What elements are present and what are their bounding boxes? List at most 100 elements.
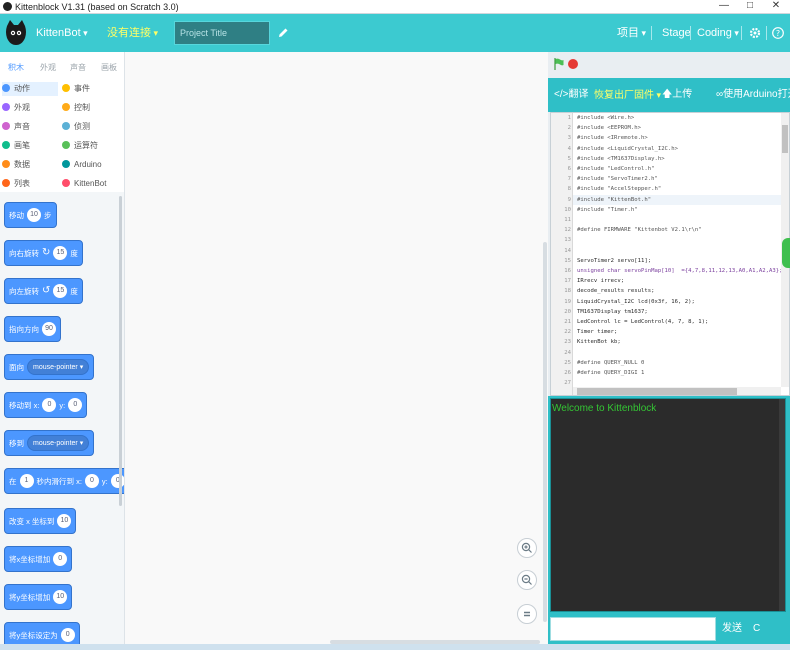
block-move-steps[interactable]: 移动 10 步 xyxy=(4,202,57,228)
tab-paint[interactable]: 画板 xyxy=(101,62,117,73)
steps-input[interactable]: 10 xyxy=(27,208,41,222)
block-change-x[interactable]: 改变 x 坐标到 10 xyxy=(4,508,77,534)
green-flag-icon[interactable] xyxy=(554,58,564,70)
scroll-thumb[interactable] xyxy=(782,125,788,153)
menu-separator xyxy=(741,26,742,40)
block-point-towards[interactable]: 面向 mouse-pointer ▾ xyxy=(4,354,95,380)
serial-input[interactable] xyxy=(550,617,716,641)
category-sound[interactable]: 声音 xyxy=(2,120,30,134)
stage-menu[interactable]: Stage xyxy=(662,14,691,52)
category-pen[interactable]: 画笔 xyxy=(2,139,30,153)
secs-input[interactable]: 1 xyxy=(19,474,34,488)
zoom-out-button[interactable] xyxy=(517,570,537,590)
degrees-input[interactable]: 15 xyxy=(53,284,68,298)
category-operators[interactable]: 运算符 xyxy=(62,139,98,153)
line-number: 8 xyxy=(567,186,571,193)
y-input[interactable]: 10 xyxy=(53,590,68,604)
code-line: unsigned char servoPinMap[10] ={4,7,8,11… xyxy=(577,268,783,274)
send-button[interactable]: 发送 xyxy=(722,614,742,644)
stop-icon[interactable] xyxy=(568,59,578,69)
category-dot-icon xyxy=(62,179,70,187)
tab-blocks[interactable]: 积木 xyxy=(8,62,24,73)
zoom-in-button[interactable] xyxy=(517,538,537,558)
line-number: 19 xyxy=(564,298,571,305)
editor-horizontal-scrollbar[interactable] xyxy=(573,387,781,395)
restore-firmware-menu[interactable]: 恢复出厂固件 xyxy=(594,78,661,112)
clear-button[interactable]: C xyxy=(753,614,760,644)
kittenbot-logo-icon[interactable] xyxy=(4,18,28,48)
scroll-thumb[interactable] xyxy=(577,388,737,395)
category-dot-icon xyxy=(62,141,70,149)
code-line: #include <TM1637Display.h> xyxy=(577,155,665,162)
target-dropdown[interactable]: mouse-pointer ▾ xyxy=(27,435,90,451)
line-number: 4 xyxy=(567,145,571,152)
code-workspace[interactable] xyxy=(124,52,548,650)
category-arduino[interactable]: Arduino xyxy=(62,158,102,172)
target-dropdown[interactable]: mouse-pointer ▾ xyxy=(27,359,90,375)
y-input[interactable]: 0 xyxy=(68,398,83,412)
category-list[interactable]: 列表 xyxy=(2,177,30,191)
category-sensing[interactable]: 侦测 xyxy=(62,120,90,134)
block-set-x[interactable]: 将x坐标增加 0 xyxy=(4,546,73,572)
open-arduino-button[interactable]: ∞使用Arduino打开 xyxy=(716,78,790,112)
x-input[interactable]: 10 xyxy=(57,514,72,528)
x-input[interactable]: 0 xyxy=(42,398,57,412)
block-change-y[interactable]: 将y坐标增加 10 xyxy=(4,584,73,610)
category-dot-icon xyxy=(62,122,70,130)
category-motion[interactable]: 动作 xyxy=(2,82,58,96)
palette-scrollbar[interactable] xyxy=(119,196,122,506)
menu-separator xyxy=(690,26,691,40)
side-expand-tab[interactable] xyxy=(782,238,790,268)
category-dot-icon xyxy=(2,122,10,130)
line-number: 1 xyxy=(567,115,571,121)
block-goto[interactable]: 移到 mouse-pointer ▾ xyxy=(4,430,95,456)
category-looks[interactable]: 外观 xyxy=(2,101,30,115)
rotate-right-icon: ↻ xyxy=(42,247,51,258)
degrees-input[interactable]: 15 xyxy=(53,246,68,260)
block-goto-xy[interactable]: 移动到 x: 0 y: 0 xyxy=(4,392,88,418)
category-data[interactable]: 数据 xyxy=(2,158,30,172)
project-title-input[interactable]: Project Title xyxy=(174,21,270,45)
y-input[interactable]: 0 xyxy=(110,474,124,488)
x-input[interactable]: 0 xyxy=(53,552,68,566)
block-glide[interactable]: 在 1 秒内滑行到 x: 0 y: 0 xyxy=(4,468,124,494)
line-number: 15 xyxy=(564,257,571,264)
gear-icon[interactable] xyxy=(749,27,761,39)
close-button[interactable]: ✕ xyxy=(764,0,788,13)
category-control[interactable]: 控制 xyxy=(62,101,90,115)
block-point-direction[interactable]: 指向方向 90 xyxy=(4,316,61,342)
line-number: 3 xyxy=(567,135,571,142)
menu-separator xyxy=(651,26,652,40)
tab-looks[interactable]: 外观 xyxy=(40,62,56,73)
block-turn-left[interactable]: 向左旋转 ↺ 15 度 xyxy=(4,278,83,304)
upload-button[interactable]: 🡅上传 xyxy=(662,78,692,112)
category-dot-icon xyxy=(2,141,10,149)
serial-console: Welcome to Kittenblock xyxy=(548,396,790,614)
translate-button[interactable]: </>翻译 xyxy=(554,78,588,112)
block-turn-right[interactable]: 向右旋转 ↻ 15 度 xyxy=(4,240,83,266)
tab-sounds[interactable]: 声音 xyxy=(70,62,86,73)
x-input[interactable]: 0 xyxy=(84,474,99,488)
coding-menu[interactable]: Coding xyxy=(697,14,739,52)
workspace-vertical-scrollbar[interactable] xyxy=(543,242,547,622)
connection-menu[interactable]: 没有连接 xyxy=(107,14,158,52)
direction-input[interactable]: 90 xyxy=(42,322,56,336)
brand-menu[interactable]: KittenBot xyxy=(36,14,88,52)
code-line: #define QUERY_NULL 0 xyxy=(577,359,645,366)
category-events[interactable]: 事件 xyxy=(62,82,90,96)
console-scrollbar[interactable] xyxy=(779,399,785,611)
edit-pencil-icon[interactable] xyxy=(278,27,289,38)
minimize-button[interactable]: — xyxy=(712,0,736,13)
category-dot-icon xyxy=(2,179,10,187)
code-line: decode_results results; xyxy=(577,288,655,295)
line-number: 5 xyxy=(567,155,571,162)
code-editor[interactable]: 1 2 3 4 5 6 7 8 9 10 11 12 13 14 15 16 17 18 19 20 21 22 23 24 2… xyxy=(550,112,790,396)
project-menu[interactable]: 项目 xyxy=(617,14,646,52)
y-input[interactable]: 0 xyxy=(60,628,75,642)
help-icon[interactable]: ? xyxy=(772,27,784,39)
maximize-button[interactable]: □ xyxy=(738,0,762,13)
code-line: ServoTimer2 servo[11]; xyxy=(577,257,652,264)
category-kittenbot[interactable]: KittenBot xyxy=(62,177,106,191)
console-output[interactable]: Welcome to Kittenblock xyxy=(550,398,786,612)
zoom-reset-button[interactable] xyxy=(517,604,537,624)
